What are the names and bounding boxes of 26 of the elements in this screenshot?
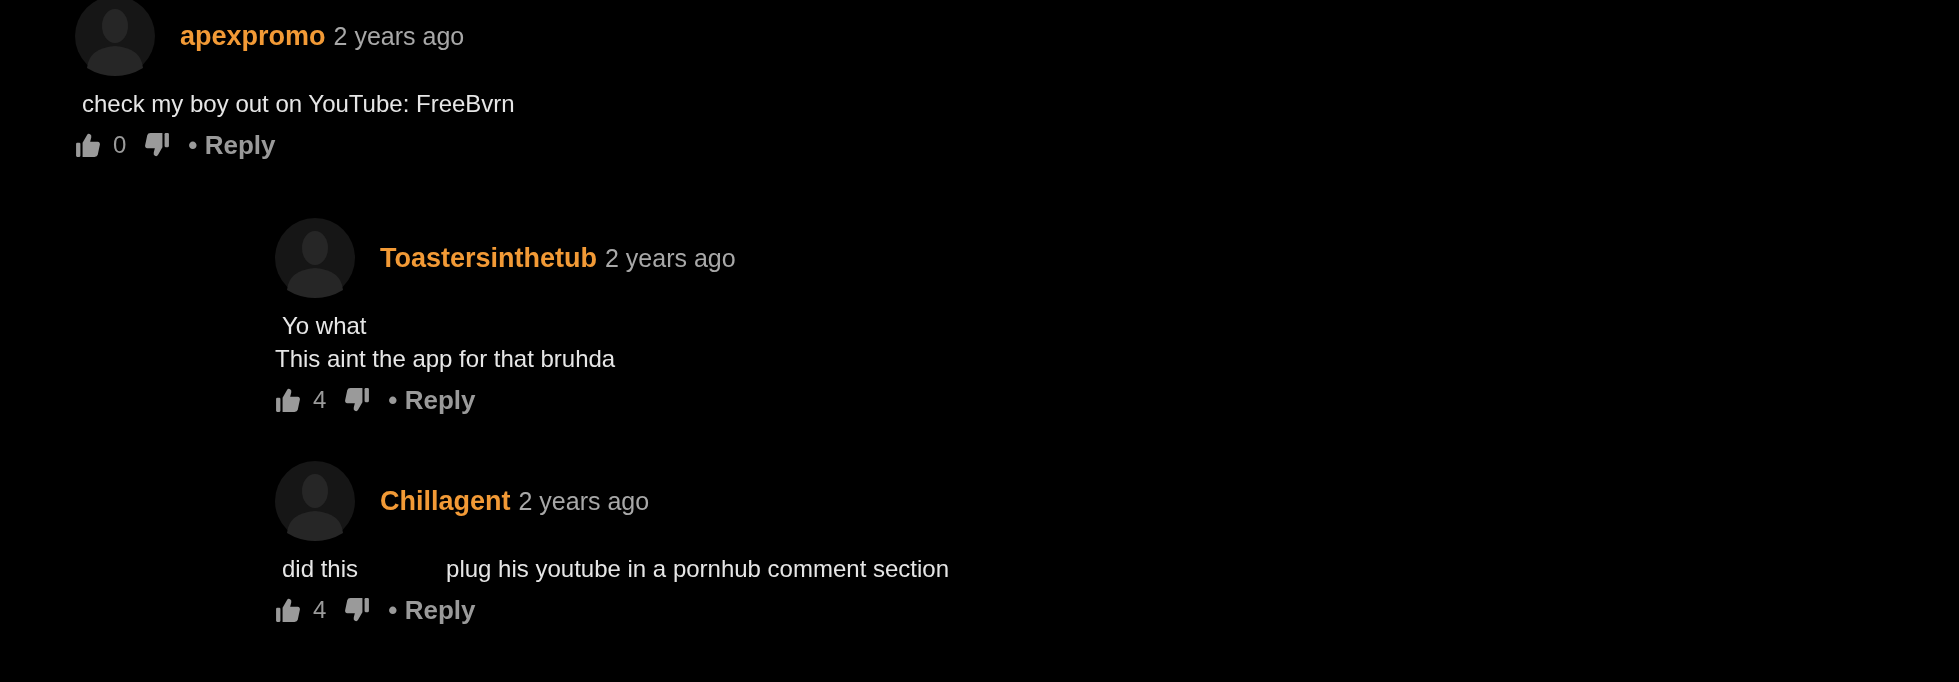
reply-link[interactable]: • Reply bbox=[388, 594, 476, 626]
timestamp: 2 years ago bbox=[605, 243, 736, 273]
comment-text: plug his youtube in a pornhub comment section bbox=[446, 554, 950, 584]
thumbs-down-icon[interactable] bbox=[144, 132, 171, 158]
thumbs-up-icon[interactable] bbox=[75, 132, 101, 158]
like-count: 4 bbox=[313, 596, 327, 624]
timestamp: 2 years ago bbox=[518, 486, 650, 516]
comment-text: Yo what bbox=[282, 311, 367, 341]
username-link[interactable]: Chillagent bbox=[380, 485, 511, 517]
thumbs-down-icon[interactable] bbox=[344, 597, 371, 623]
like-count: 4 bbox=[313, 386, 327, 414]
comment-text: This aint the app for that bruhda bbox=[275, 344, 616, 374]
avatar-icon bbox=[75, 0, 155, 76]
reply-link[interactable]: • Reply bbox=[388, 384, 476, 416]
like-count: 0 bbox=[113, 131, 127, 159]
comment-text: did this bbox=[282, 554, 359, 584]
username-link[interactable]: Toastersinthetub bbox=[380, 242, 597, 274]
avatar-icon bbox=[275, 461, 355, 541]
thumbs-down-icon[interactable] bbox=[344, 387, 371, 413]
comment-text: check my boy out on YouTube: FreeBvrn bbox=[82, 89, 515, 119]
reply-link[interactable]: • Reply bbox=[188, 129, 276, 161]
timestamp: 2 years ago bbox=[333, 21, 465, 51]
username-link[interactable]: apexpromo bbox=[180, 20, 326, 52]
thumbs-up-icon[interactable] bbox=[275, 387, 301, 413]
thumbs-up-icon[interactable] bbox=[275, 597, 301, 623]
avatar-icon bbox=[275, 218, 355, 298]
